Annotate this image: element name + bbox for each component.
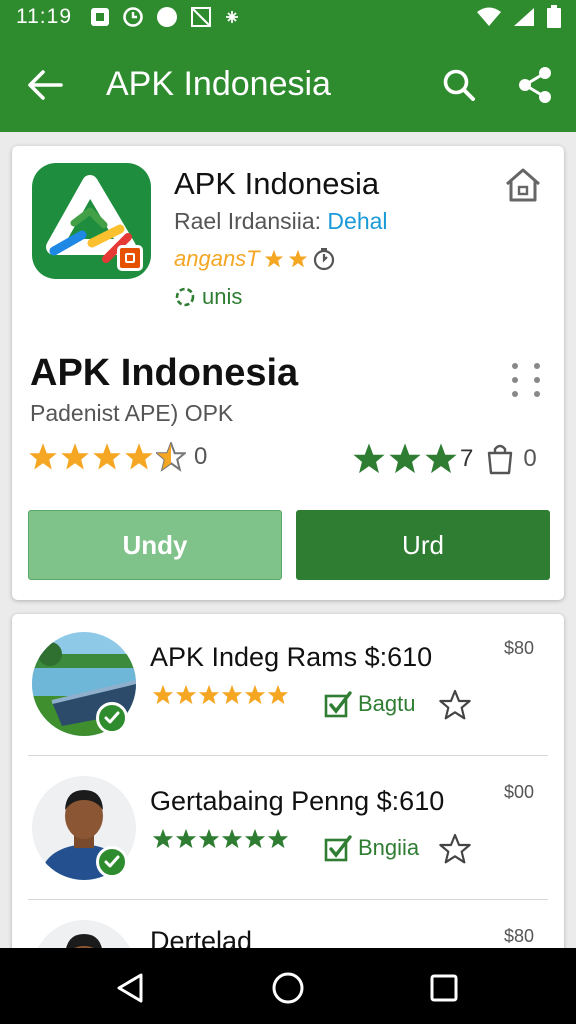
bug-icon [226,11,238,23]
star-icon [267,684,289,705]
rating-label: angansT [174,246,260,271]
search-icon[interactable] [436,62,482,108]
bag-icon [488,444,513,475]
star-icon [29,443,57,470]
check-box-icon [324,691,352,718]
star-icon [389,443,421,474]
more-vert-icon[interactable] [506,358,546,402]
star-icon [152,828,174,849]
toolbar-title: APK Indonesia [106,65,331,103]
developer-name: Rael Irdansiia: [174,208,328,234]
home-icon[interactable] [502,164,544,206]
app-top-bar: 11:19 APK Indonesia [0,0,576,132]
list-item-check[interactable]: Bngiia [324,834,419,862]
list-item-check[interactable]: Bagtu [324,690,416,718]
no-sim-icon [191,7,211,27]
app-subtitle: Padenist APE) OPK [30,400,234,426]
check-box-icon [324,835,352,862]
star-icon [264,249,283,268]
rating-stars-right: 7 0 [352,442,537,476]
favorite-star-icon[interactable] [438,688,472,722]
install-button[interactable]: Urd [296,510,550,580]
sync-icon [175,287,195,307]
right-count: 0 [523,445,537,472]
star-icon [267,828,289,849]
star-icon [125,443,153,470]
right-rating-value: 7 [460,445,474,472]
nav-back-icon[interactable] [110,968,150,1008]
list-item-stars [152,684,289,706]
list-item-title: APK Indeg Rams $:610 [150,642,433,672]
row-divider [28,899,548,900]
notification-app-icon [91,8,109,26]
system-nav-bar [0,948,576,1024]
rating-stars-left: 0 [28,442,207,472]
star-icon [221,828,243,849]
star-icon [198,684,220,705]
star-icon [244,828,266,849]
left-rating-count: 0 [194,443,208,470]
developer-line: Rael Irdansiia: Dehal [174,208,388,235]
circle-icon [157,7,177,27]
battery-icon [547,5,561,28]
status-left-icons [90,6,240,28]
star-icon [288,249,307,268]
app-logo-icon [32,163,151,279]
installs-label: unis [202,284,243,309]
star-icon [175,828,197,849]
app-list-card: APK Indeg Rams $:610 $80 Bagtu Gertabain… [12,614,564,994]
verified-icon [96,846,128,878]
installs-line: unis [174,284,242,310]
list-item-price: $00 [504,782,535,802]
toolbar: APK Indonesia [0,36,576,132]
star-icon [198,828,220,849]
wifi-icon [477,7,501,26]
nav-home-icon[interactable] [268,968,308,1008]
star-icon [61,443,89,470]
list-item-price: $80 [504,926,535,946]
star-icon [353,443,385,474]
star-icon [93,443,121,470]
nav-recents-icon[interactable] [424,968,464,1008]
back-arrow-icon[interactable] [22,62,68,108]
developer-link[interactable]: Dehal [327,208,387,234]
star-icon [152,684,174,705]
share-icon[interactable] [512,62,558,108]
status-right-icons [476,5,562,29]
app-header-card: APK Indonesia Rael Irdansiia: Dehal anga… [12,146,564,600]
status-time: 11:19 [16,5,72,28]
row-divider [28,755,548,756]
rating-line: angansT [174,246,336,272]
list-item-price: $80 [504,638,535,658]
timer-icon [313,248,334,271]
cell-signal-icon [514,8,534,26]
star-icon [244,684,266,705]
list-item-check-label: Bagtu [358,691,416,716]
favorite-star-icon[interactable] [438,832,472,866]
status-bar: 11:19 [0,0,576,34]
list-item[interactable]: Gertabaing Penng $:610 $00 Bngiia [12,758,564,900]
list-item-check-label: Bngiia [358,835,420,860]
list-item-title: Gertabaing Penng $:610 [150,786,445,816]
undy-button[interactable]: Undy [28,510,282,580]
star-icon [175,684,197,705]
app-name: APK Indonesia [174,166,380,201]
list-item-stars [152,828,289,850]
list-item[interactable]: APK Indeg Rams $:610 $80 Bagtu [12,614,564,756]
verified-icon [96,702,128,734]
whatsapp-icon [123,7,143,27]
star-icon [425,443,457,474]
app-big-title: APK Indonesia [30,352,299,394]
app-badge-icon [117,245,143,271]
star-icon [221,684,243,705]
star-half-icon [156,442,186,472]
